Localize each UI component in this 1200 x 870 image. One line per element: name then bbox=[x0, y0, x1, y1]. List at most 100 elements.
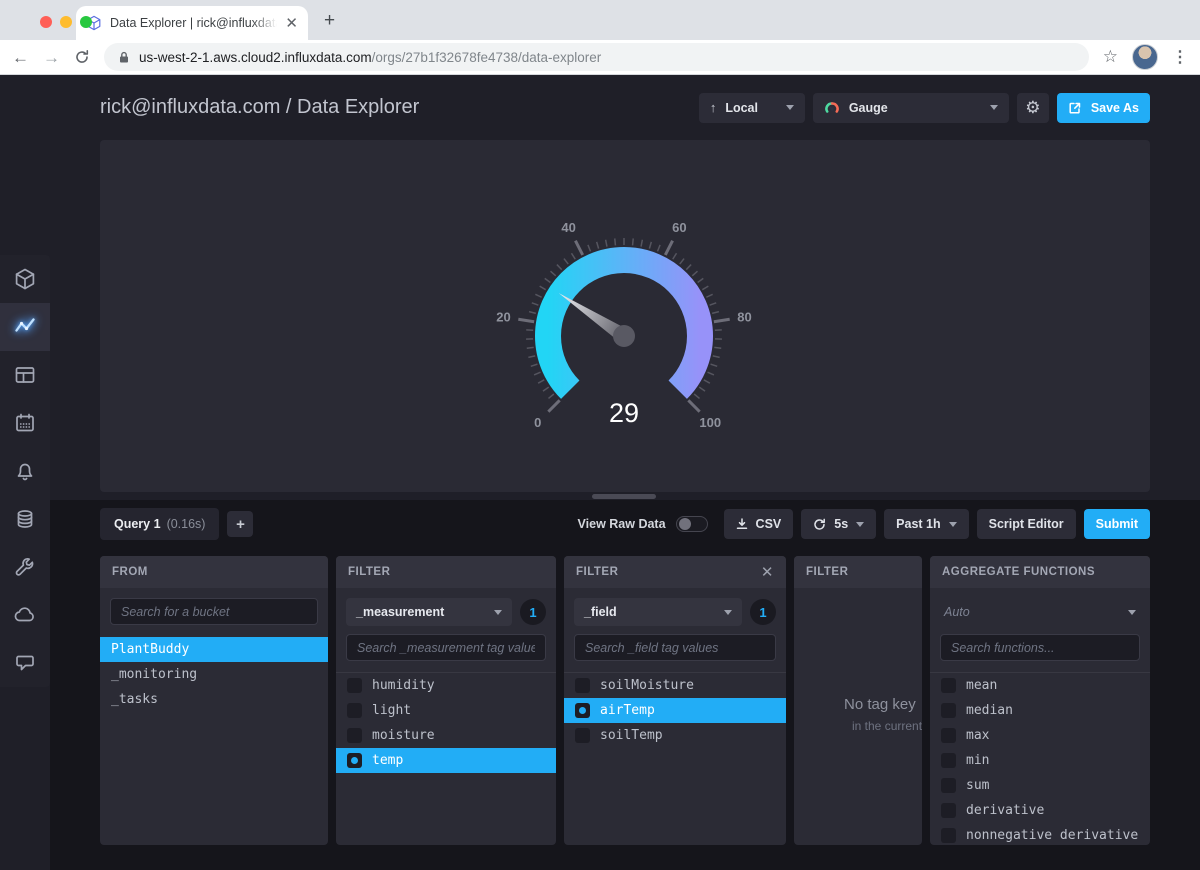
list-item-median[interactable]: median bbox=[930, 698, 1150, 723]
bookmark-star-icon[interactable]: ☆ bbox=[1103, 47, 1118, 67]
close-icon[interactable]: ✕ bbox=[761, 563, 774, 581]
checkbox-unchecked[interactable] bbox=[941, 803, 956, 818]
list-item-nonnegative-derivative[interactable]: nonnegative derivative bbox=[930, 823, 1150, 845]
checkbox-unchecked[interactable] bbox=[941, 703, 956, 718]
list-item-sum[interactable]: sum bbox=[930, 773, 1150, 798]
view-raw-toggle[interactable] bbox=[676, 516, 708, 532]
list-item-soilTemp[interactable]: soilTemp bbox=[564, 723, 786, 748]
profile-avatar[interactable] bbox=[1132, 44, 1158, 70]
sidebar-item-load-data[interactable] bbox=[0, 495, 50, 543]
list-item-min[interactable]: min bbox=[930, 748, 1150, 773]
minimize-window-button[interactable] bbox=[60, 16, 72, 28]
list-item-PlantBuddy[interactable]: PlantBuddy bbox=[100, 637, 328, 662]
sidebar-item-feedback[interactable] bbox=[0, 639, 50, 687]
close-window-button[interactable] bbox=[40, 16, 52, 28]
maximize-window-button[interactable] bbox=[80, 16, 92, 28]
browser-menu-icon[interactable]: ⋮ bbox=[1172, 47, 1188, 67]
app-viewport: rick@influxdata.com / Data Explorer ↑ Lo… bbox=[0, 75, 1200, 870]
checkbox-unchecked[interactable] bbox=[941, 778, 956, 793]
list-item-moisture[interactable]: moisture bbox=[336, 723, 556, 748]
checkbox-unchecked[interactable] bbox=[575, 728, 590, 743]
checkbox-unchecked[interactable] bbox=[941, 728, 956, 743]
sidebar-item-data-explorer[interactable] bbox=[0, 303, 50, 351]
influxdb-logo-icon bbox=[13, 267, 37, 291]
add-query-button[interactable]: + bbox=[227, 511, 253, 537]
script-editor-button[interactable]: Script Editor bbox=[977, 509, 1076, 539]
submit-button[interactable]: Submit bbox=[1084, 509, 1150, 539]
list-item-airTemp[interactable]: airTemp bbox=[564, 698, 786, 723]
checkbox-unchecked[interactable] bbox=[941, 678, 956, 693]
aggregate-mode-dropdown[interactable]: Auto bbox=[940, 598, 1140, 626]
tag-key-dropdown[interactable]: _field bbox=[574, 598, 742, 626]
list-item-mean[interactable]: mean bbox=[930, 673, 1150, 698]
main-content: rick@influxdata.com / Data Explorer ↑ Lo… bbox=[50, 75, 1200, 870]
chevron-down-icon bbox=[786, 105, 794, 110]
csv-download-button[interactable]: CSV bbox=[724, 509, 794, 539]
lock-icon bbox=[118, 51, 130, 64]
list-item-derivative[interactable]: derivative bbox=[930, 798, 1150, 823]
list-item-max[interactable]: max bbox=[930, 723, 1150, 748]
checkbox-unchecked[interactable] bbox=[941, 828, 956, 843]
checkbox-unchecked[interactable] bbox=[575, 678, 590, 693]
functions-search-input[interactable] bbox=[940, 634, 1140, 661]
sidebar-item-home[interactable] bbox=[0, 255, 50, 303]
tag-key-dropdown[interactable]: _measurement bbox=[346, 598, 512, 626]
browser-tab-strip: Data Explorer | rick@influxdata ✕ + bbox=[0, 0, 1200, 40]
sidebar-item-tasks[interactable] bbox=[0, 399, 50, 447]
query-tab[interactable]: Query 1 (0.16s) bbox=[100, 508, 219, 540]
checkbox-checked[interactable] bbox=[347, 753, 362, 768]
checkbox-unchecked[interactable] bbox=[347, 728, 362, 743]
back-icon[interactable]: ← bbox=[12, 49, 29, 66]
checkbox-unchecked[interactable] bbox=[941, 753, 956, 768]
gear-icon: ⚙ bbox=[1025, 98, 1040, 118]
reload-icon[interactable] bbox=[74, 49, 90, 65]
tag-key-label: _measurement bbox=[356, 605, 444, 619]
sidebar-item-settings[interactable] bbox=[0, 543, 50, 591]
auto-refresh-dropdown[interactable]: 5s bbox=[801, 509, 876, 539]
visualization-type-dropdown[interactable]: Gauge bbox=[813, 93, 1009, 123]
address-bar[interactable]: us-west-2-1.aws.cloud2.influxdata.com/or… bbox=[104, 43, 1089, 71]
list-item-label: soilTemp bbox=[600, 728, 663, 743]
field-search-input[interactable] bbox=[574, 634, 776, 661]
bucket-search-input[interactable] bbox=[110, 598, 318, 625]
forward-icon[interactable]: → bbox=[43, 49, 60, 66]
browser-tab[interactable]: Data Explorer | rick@influxdata ✕ bbox=[76, 6, 308, 40]
customize-button[interactable]: ⚙ bbox=[1017, 93, 1049, 123]
list-item-humidity[interactable]: humidity bbox=[336, 673, 556, 698]
list-item-soilMoisture[interactable]: soilMoisture bbox=[564, 673, 786, 698]
list-item-label: soilMoisture bbox=[600, 678, 694, 693]
card-header: FILTER bbox=[794, 556, 922, 588]
save-as-button[interactable]: Save As bbox=[1057, 93, 1150, 123]
bucket-selector-card: FROM PlantBuddy_monitoring_tasks bbox=[100, 556, 328, 845]
drag-handle[interactable] bbox=[592, 494, 656, 499]
gauge-mini-icon bbox=[824, 100, 840, 116]
list-item-label: PlantBuddy bbox=[111, 642, 189, 657]
calendar-icon bbox=[13, 411, 37, 435]
auto-refresh-label: 5s bbox=[834, 517, 848, 531]
svg-text:100: 100 bbox=[699, 415, 721, 430]
sidebar-item-dashboards[interactable] bbox=[0, 351, 50, 399]
list-item-_tasks[interactable]: _tasks bbox=[100, 687, 328, 712]
measurement-search-input[interactable] bbox=[346, 634, 546, 661]
timezone-dropdown[interactable]: ↑ Local bbox=[699, 93, 805, 123]
list-item-label: nonnegative derivative bbox=[966, 828, 1138, 843]
chevron-down-icon bbox=[856, 522, 864, 527]
window-controls bbox=[40, 16, 92, 28]
query-toolbar: Query 1 (0.16s) + View Raw Data CSV bbox=[100, 508, 1150, 540]
query-section: Query 1 (0.16s) + View Raw Data CSV bbox=[50, 500, 1200, 870]
visualization-type-label: Gauge bbox=[849, 101, 888, 115]
refresh-icon bbox=[813, 518, 826, 531]
csv-label: CSV bbox=[756, 517, 782, 531]
tab-close-icon[interactable]: ✕ bbox=[285, 16, 298, 31]
list-item-light[interactable]: light bbox=[336, 698, 556, 723]
checkbox-checked[interactable] bbox=[575, 703, 590, 718]
checkbox-unchecked[interactable] bbox=[347, 678, 362, 693]
new-tab-button[interactable]: + bbox=[324, 10, 335, 32]
card-header: FILTER ✕ bbox=[564, 556, 786, 588]
checkbox-unchecked[interactable] bbox=[347, 703, 362, 718]
sidebar-item-cloud[interactable] bbox=[0, 591, 50, 639]
sidebar-item-alerts[interactable] bbox=[0, 447, 50, 495]
time-range-dropdown[interactable]: Past 1h bbox=[884, 509, 968, 539]
list-item-temp[interactable]: temp bbox=[336, 748, 556, 773]
list-item-_monitoring[interactable]: _monitoring bbox=[100, 662, 328, 687]
